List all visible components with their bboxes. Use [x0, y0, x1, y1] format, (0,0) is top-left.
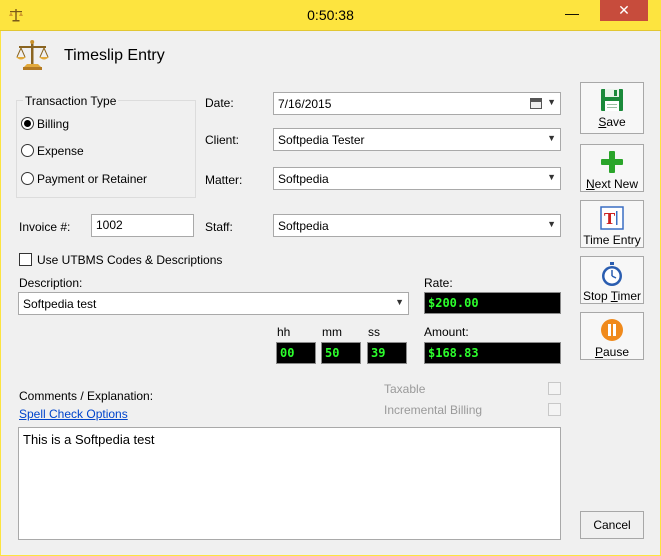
time-entry-button[interactable]: T Time Entry: [580, 200, 644, 248]
next-new-mnemonic: N: [585, 177, 595, 191]
pause-button[interactable]: Pause: [580, 312, 644, 360]
incremental-billing-label: Incremental Billing: [384, 403, 483, 417]
expense-radio[interactable]: [21, 144, 34, 157]
utbms-label: Use UTBMS Codes & Descriptions: [37, 253, 223, 267]
chevron-down-icon[interactable]: ▼: [395, 297, 404, 307]
invoice-input[interactable]: 1002: [91, 214, 194, 237]
plus-icon: [601, 151, 623, 173]
utbms-checkbox[interactable]: [19, 253, 32, 266]
transaction-type-legend: Transaction Type: [23, 94, 119, 108]
amount-label: Amount:: [424, 325, 469, 339]
stop-timer-label-end: imer: [617, 289, 642, 303]
scales-icon: [16, 40, 49, 70]
stopwatch-icon: [602, 262, 622, 286]
taxable-label: Taxable: [384, 382, 426, 396]
client-value: Softpedia Tester: [278, 133, 365, 147]
time-entry-label: Time Entry: [583, 233, 641, 247]
taxable-checkbox[interactable]: [548, 382, 561, 395]
description-label: Description:: [19, 276, 83, 290]
description-value: Softpedia test: [23, 297, 97, 311]
seconds-display[interactable]: 39: [367, 342, 407, 364]
date-label: Date:: [205, 96, 234, 110]
payment-retainer-label: Payment or Retainer: [37, 172, 148, 186]
minimize-button[interactable]: —: [555, 0, 589, 26]
next-new-button[interactable]: Next New: [580, 144, 644, 192]
comments-textarea[interactable]: This is a Softpedia test: [18, 427, 561, 540]
calendar-icon[interactable]: [530, 98, 542, 109]
matter-select[interactable]: Softpedia ▼: [273, 167, 561, 190]
hh-label: hh: [277, 325, 291, 339]
mm-label: mm: [322, 325, 342, 339]
description-select[interactable]: Softpedia test ▼: [18, 292, 409, 315]
svg-text:T: T: [604, 210, 616, 228]
minutes-display[interactable]: 50: [321, 342, 361, 364]
pause-mnemonic: P: [594, 345, 603, 359]
spell-check-link[interactable]: Spell Check Options: [19, 407, 128, 421]
comments-label: Comments / Explanation:: [19, 389, 154, 403]
staff-value: Softpedia: [278, 219, 329, 233]
stop-timer-mnemonic: T: [610, 289, 618, 303]
rate-display[interactable]: $200.00: [424, 292, 561, 314]
save-button[interactable]: Save: [580, 82, 644, 134]
text-entry-icon: T: [600, 206, 624, 230]
floppy-disk-icon: [601, 89, 623, 111]
title-bar: 0:50:38 — ✕: [0, 0, 661, 31]
rate-label: Rate:: [424, 276, 453, 290]
staff-select[interactable]: Softpedia ▼: [273, 214, 561, 237]
client-label: Client:: [205, 133, 240, 147]
save-label: ave: [606, 115, 626, 129]
incremental-billing-checkbox[interactable]: [548, 403, 561, 416]
chevron-down-icon[interactable]: ▼: [547, 172, 556, 182]
date-picker[interactable]: 7/16/2015 ▼: [273, 92, 561, 115]
next-new-label: ext New: [594, 177, 639, 191]
pause-label: ause: [602, 345, 630, 359]
ss-label: ss: [368, 325, 380, 339]
billing-radio[interactable]: [21, 117, 34, 130]
page-title: Timeslip Entry: [64, 47, 165, 64]
chevron-down-icon[interactable]: ▼: [547, 97, 556, 107]
expense-label: Expense: [37, 144, 84, 158]
stop-timer-button[interactable]: Stop Timer: [580, 256, 644, 304]
cancel-button[interactable]: Cancel: [580, 511, 644, 539]
chevron-down-icon[interactable]: ▼: [547, 219, 556, 229]
invoice-label: Invoice #:: [19, 220, 71, 234]
client-select[interactable]: Softpedia Tester ▼: [273, 128, 561, 151]
amount-display[interactable]: $168.83: [424, 342, 561, 364]
chevron-down-icon[interactable]: ▼: [547, 133, 556, 143]
pause-icon: [601, 319, 623, 341]
stop-timer-label-start: Stop: [582, 289, 611, 303]
staff-label: Staff:: [205, 220, 233, 234]
date-value: 7/16/2015: [278, 97, 332, 111]
hours-display[interactable]: 00: [276, 342, 316, 364]
billing-label: Billing: [37, 117, 70, 131]
payment-retainer-radio[interactable]: [21, 172, 34, 185]
matter-value: Softpedia: [278, 172, 329, 186]
close-button[interactable]: ✕: [600, 0, 648, 21]
matter-label: Matter:: [205, 173, 243, 187]
